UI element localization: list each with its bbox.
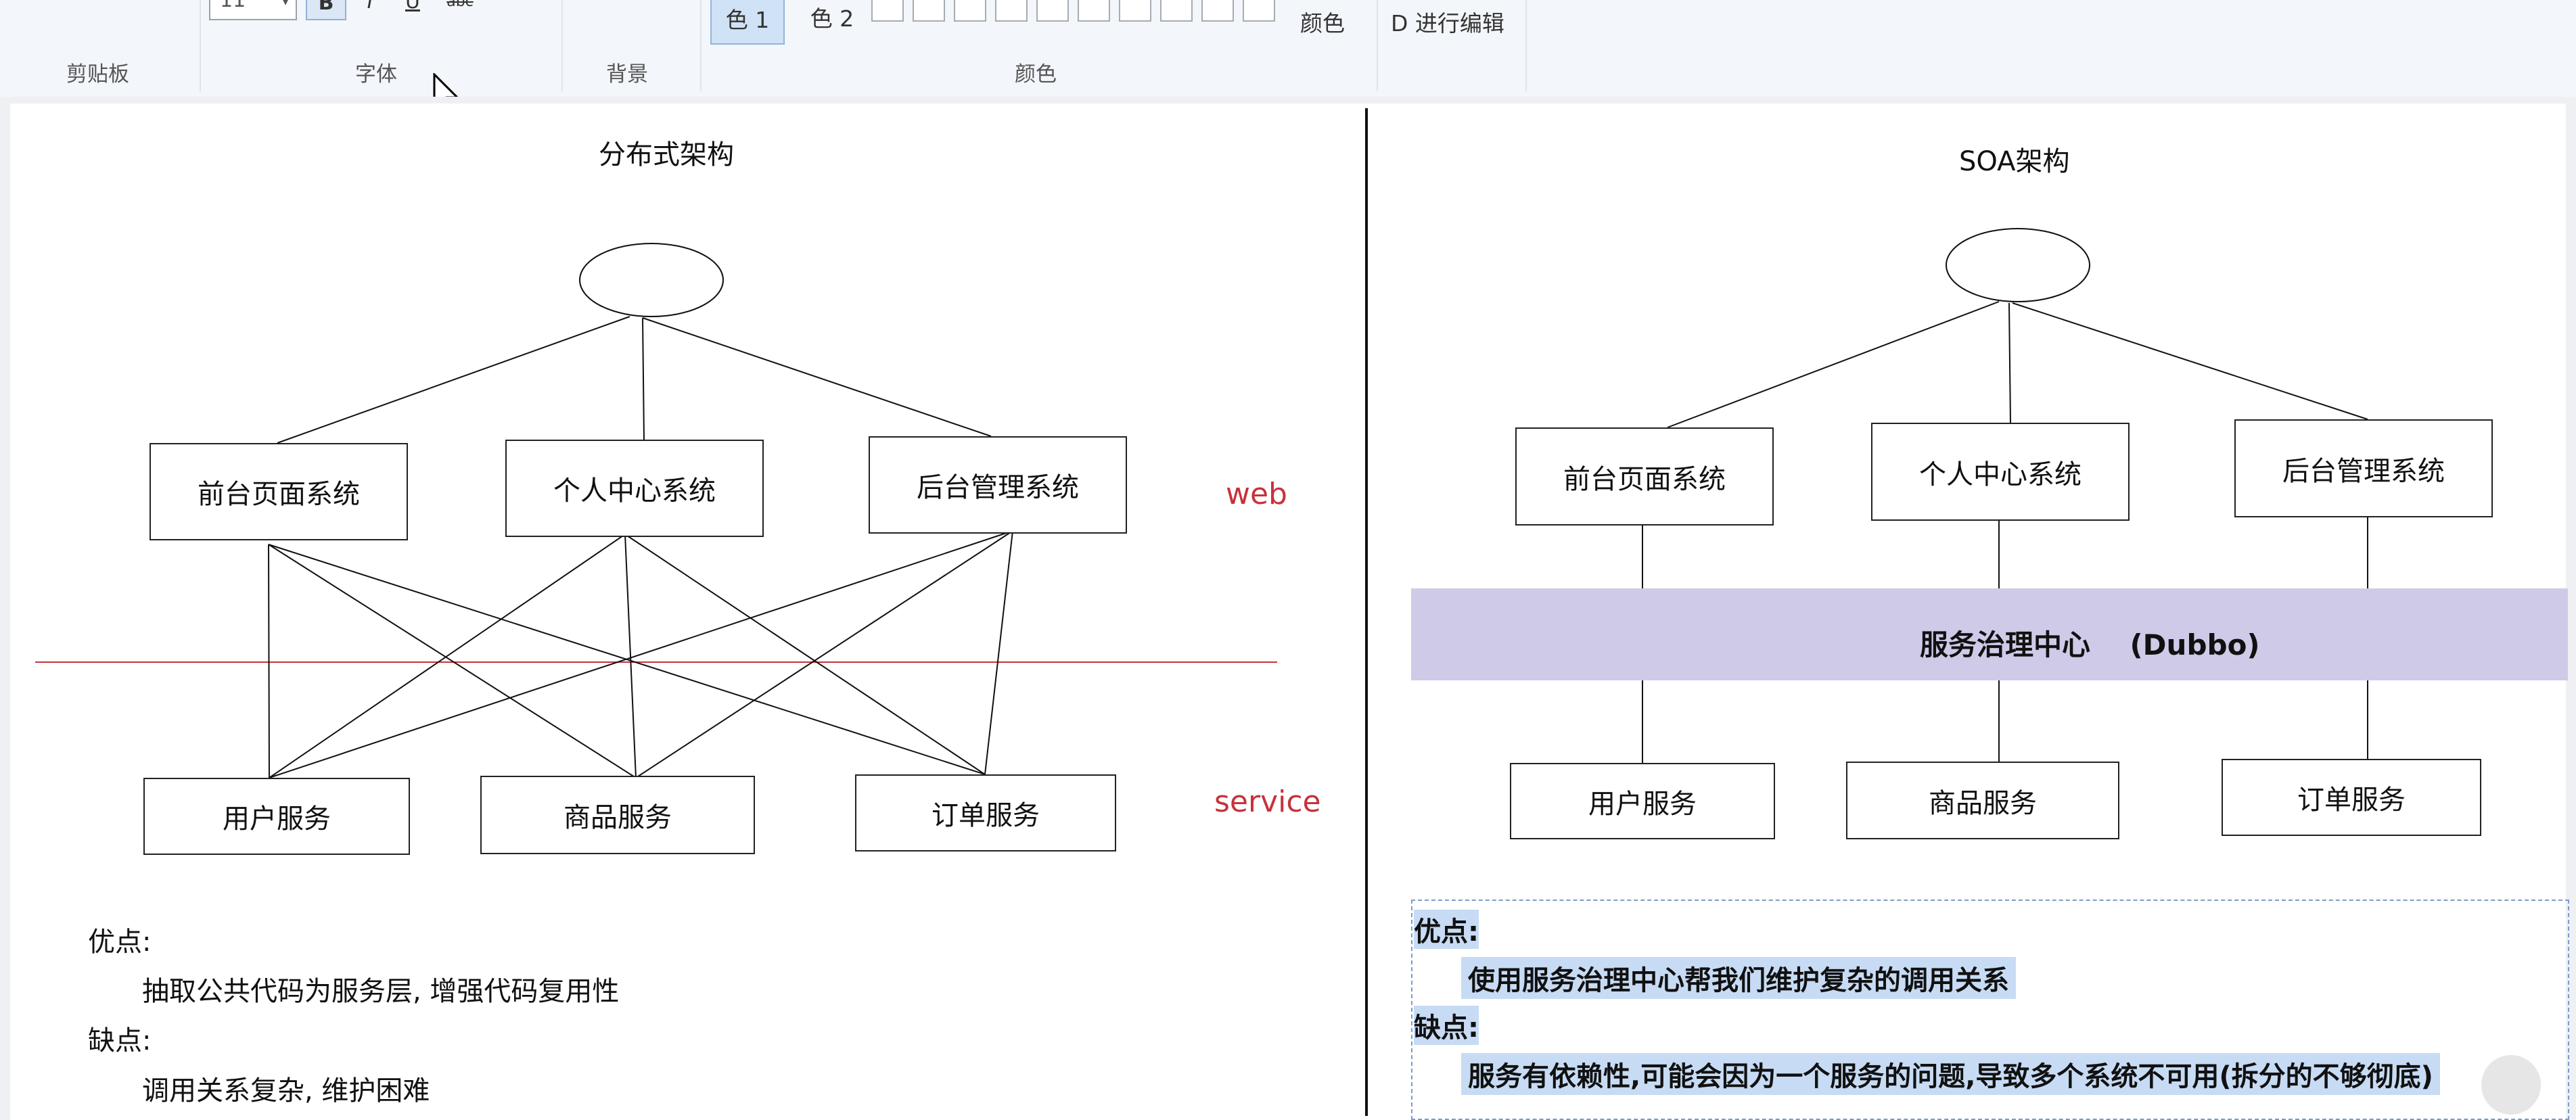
play-overlay-icon[interactable]	[2481, 1055, 2541, 1115]
left-pros-text: 抽取公共代码为服务层, 增强代码复用性	[142, 976, 620, 1007]
box-label: 订单服务	[2297, 785, 2406, 816]
box-label: 商品服务	[1929, 787, 2037, 819]
right-diagram-title: SOA架构	[1959, 146, 2070, 177]
diagram-lines	[35, 108, 2368, 1116]
left-web-box-frontend: 前台页面系统	[150, 443, 408, 540]
left-diagram-title: 分布式架构	[599, 139, 734, 170]
right-cons-title: 缺点:	[1414, 1006, 1479, 1045]
left-entry-ellipse	[579, 243, 724, 317]
box-label: 后台管理系统	[2282, 455, 2445, 487]
box-label: 前台页面系统	[198, 479, 360, 510]
box-label: 商品服务	[564, 802, 672, 833]
box-label: 个人中心系统	[1919, 459, 2082, 490]
service-governance-label: 服务治理中心 (Dubbo)	[1920, 628, 2260, 661]
web-layer-label: web	[1226, 477, 1287, 511]
left-cons-text: 调用关系复杂, 维护困难	[142, 1075, 430, 1106]
right-service-box-user: 用户服务	[1510, 763, 1775, 839]
left-service-box-product: 商品服务	[480, 776, 755, 854]
left-web-box-personal: 个人中心系统	[505, 440, 764, 537]
right-web-box-frontend: 前台页面系统	[1515, 427, 1774, 526]
box-label: 用户服务	[1588, 788, 1697, 820]
left-web-box-admin: 后台管理系统	[869, 436, 1127, 534]
right-service-box-order: 订单服务	[2222, 759, 2481, 836]
right-web-box-admin: 后台管理系统	[2234, 419, 2493, 517]
box-label: 后台管理系统	[917, 472, 1079, 503]
right-entry-ellipse	[1946, 228, 2090, 302]
box-label: 前台页面系统	[1563, 463, 1726, 495]
right-pros-title: 优点:	[1414, 910, 1479, 949]
right-web-box-personal: 个人中心系统	[1871, 423, 2130, 521]
right-pros-text: 使用服务治理中心帮我们维护复杂的调用关系	[1461, 957, 2016, 999]
left-pros-title: 优点:	[88, 927, 152, 958]
right-service-box-product: 商品服务	[1846, 762, 2119, 839]
box-label: 订单服务	[932, 800, 1040, 831]
left-service-box-order: 订单服务	[855, 774, 1116, 851]
left-service-box-user: 用户服务	[143, 778, 410, 855]
box-label: 个人中心系统	[553, 475, 716, 507]
box-label: 用户服务	[223, 803, 331, 835]
service-layer-label: service	[1214, 785, 1321, 819]
right-cons-text: 服务有依赖性,可能会因为一个服务的问题,导致多个系统不可用(拆分的不够彻底)	[1461, 1053, 2440, 1095]
left-cons-title: 缺点:	[88, 1025, 152, 1056]
